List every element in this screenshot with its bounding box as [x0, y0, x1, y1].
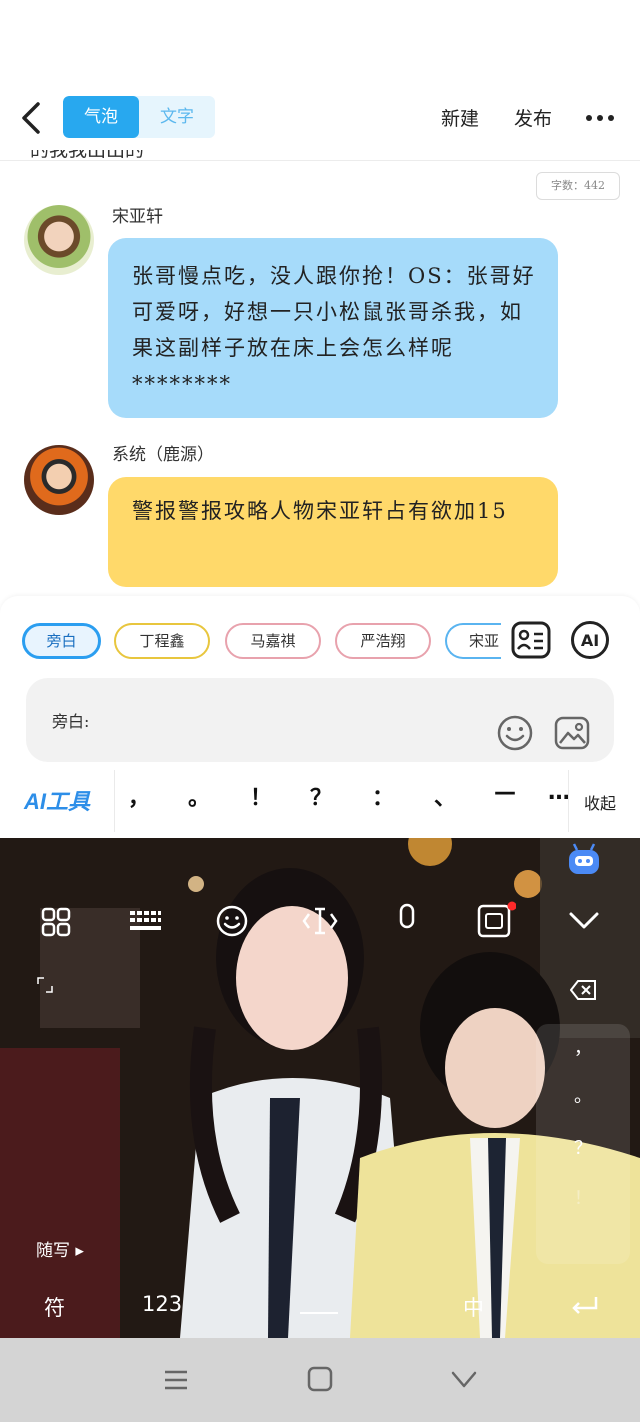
symbol-key[interactable]: 符	[44, 1292, 65, 1322]
role-chip[interactable]: 马嘉祺	[225, 623, 321, 659]
enter-icon[interactable]	[570, 1294, 600, 1318]
mic-icon[interactable]	[392, 902, 422, 938]
avatar-song-yaxuan[interactable]	[24, 205, 94, 275]
expand-icon[interactable]	[36, 976, 54, 994]
punctuation-key[interactable]: ！	[246, 780, 276, 812]
side-key[interactable]: ！	[568, 1184, 598, 1210]
char-count-badge: 字数：442	[536, 172, 620, 200]
role-chip[interactable]: 宋亚	[445, 623, 501, 659]
message-bubble[interactable]: 张哥慢点吃，没人跟你抢！OS：张哥好可爱呀，好想一只小松鼠张哥杀我，如果这副样子…	[108, 238, 558, 418]
role-chip[interactable]: 丁程鑫	[114, 623, 210, 659]
punctuation-key[interactable]: ：	[368, 780, 398, 812]
ai-icon[interactable]: AI	[570, 620, 610, 660]
back-chevron-icon[interactable]	[18, 98, 48, 138]
number-key[interactable]: 123	[142, 1292, 182, 1316]
toolbar-divider	[568, 770, 569, 832]
home-icon[interactable]	[306, 1365, 334, 1393]
backspace-icon[interactable]	[570, 978, 598, 1002]
collapse-button[interactable]: 收起	[584, 790, 616, 814]
message-bubble[interactable]: 警报警报攻略人物宋亚轩占有欲加15	[108, 477, 558, 587]
punctuation-key[interactable]: 、	[430, 780, 460, 812]
cut-off-text: 的我我出出的	[30, 150, 145, 161]
punctuation-key[interactable]: ，	[124, 780, 154, 812]
tab-text[interactable]: 文字	[139, 96, 215, 138]
keyboard-icon[interactable]	[128, 906, 162, 936]
grid-icon[interactable]	[40, 906, 72, 938]
punctuation-key[interactable]: …	[548, 780, 568, 805]
side-key[interactable]: 。	[568, 1082, 598, 1108]
menu-icon[interactable]	[162, 1366, 190, 1394]
input-role-label: 旁白:	[52, 712, 90, 731]
punctuation-key[interactable]: ？	[306, 780, 336, 812]
robot-icon[interactable]	[566, 842, 602, 876]
avatar-system[interactable]	[24, 445, 94, 515]
mode-switch: 气泡 文字	[63, 96, 215, 138]
more-icon[interactable]	[584, 104, 616, 132]
sender-name: 系统（鹿源）	[112, 445, 214, 465]
language-key[interactable]: 中	[463, 1292, 484, 1322]
side-key[interactable]: ，	[568, 1034, 598, 1060]
tab-bubble[interactable]: 气泡	[63, 96, 139, 138]
image-icon[interactable]	[553, 714, 591, 752]
publish-button[interactable]: 发布	[514, 104, 552, 131]
cursor-icon[interactable]	[302, 904, 338, 938]
space-key[interactable]	[300, 1312, 338, 1314]
ai-label: AI	[581, 631, 599, 650]
emoji-icon[interactable]	[496, 714, 534, 752]
ai-tools-button[interactable]: AI工具	[24, 784, 90, 816]
punctuation-key[interactable]: —	[490, 780, 520, 805]
new-button[interactable]: 新建	[441, 104, 479, 131]
role-card-icon[interactable]	[510, 620, 552, 660]
role-chip-narrator[interactable]: 旁白	[22, 623, 101, 659]
handwrite-button[interactable]: 随写 ▸	[36, 1236, 84, 1261]
back-icon[interactable]	[450, 1368, 478, 1392]
sender-name: 宋亚轩	[112, 207, 163, 227]
emoji-icon[interactable]	[215, 904, 249, 938]
toolbar-divider	[114, 770, 115, 832]
role-chip[interactable]: 严浩翔	[335, 623, 431, 659]
sticker-icon[interactable]	[476, 900, 516, 940]
chevron-down-icon[interactable]	[566, 906, 602, 936]
side-key[interactable]: ？	[568, 1134, 598, 1160]
punctuation-key[interactable]: 。	[184, 780, 214, 812]
